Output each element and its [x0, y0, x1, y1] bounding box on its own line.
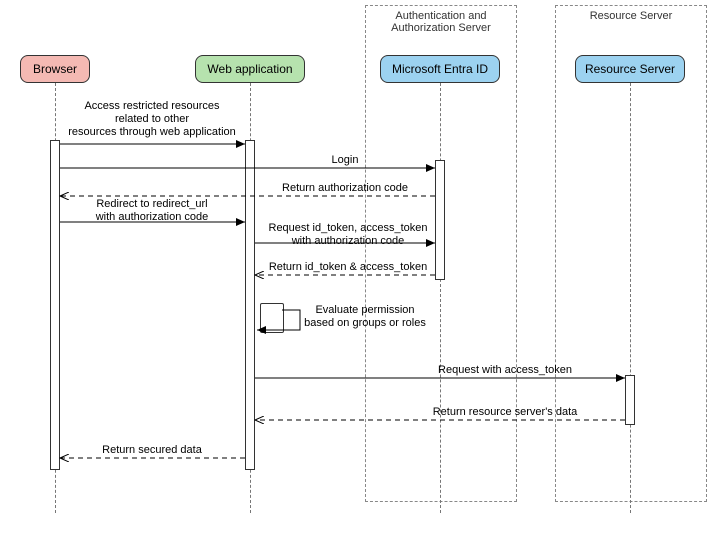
- msg-request-tokens: Request id_token, access_token with auth…: [258, 222, 438, 248]
- msg-redirect: Redirect to redirect_url with authorizat…: [62, 198, 242, 224]
- msg-return-auth-code: Return authorization code: [260, 182, 430, 195]
- sequence-diagram: { "boundaries": { "auth": { "label": "Au…: [0, 0, 719, 533]
- msg-return-resource-data: Return resource server's data: [390, 406, 620, 419]
- msg-access-restricted: Access restricted resources related to o…: [62, 100, 242, 140]
- msg-return-secured-data: Return secured data: [62, 444, 242, 457]
- msg-evaluate-permission: Evaluate permission based on groups or r…: [285, 304, 445, 330]
- msg-login: Login: [260, 154, 430, 167]
- msg-request-access-token: Request with access_token: [390, 364, 620, 377]
- msg-return-tokens: Return id_token & access_token: [258, 261, 438, 274]
